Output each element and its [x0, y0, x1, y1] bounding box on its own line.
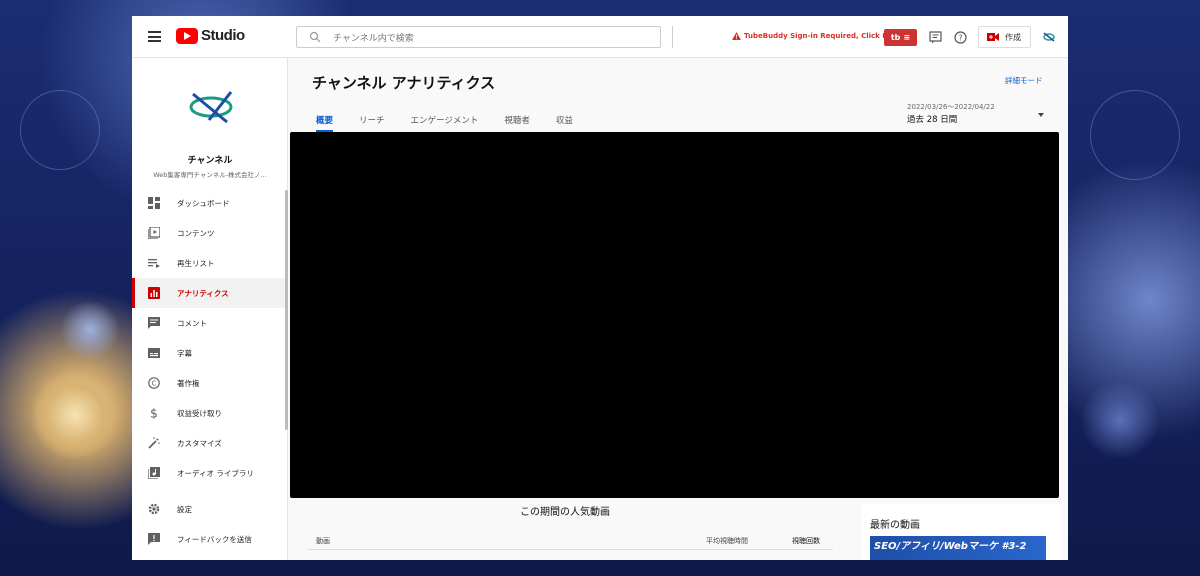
menu-icon[interactable]	[148, 31, 161, 42]
sidebar-item-label: オーディオ ライブラリ	[177, 468, 254, 478]
latest-video-card: 最新の動画 SEO/アフィリ/Webマーケ #3-2	[862, 504, 1062, 560]
avatar[interactable]	[1042, 31, 1056, 43]
sidebar-item-label: ダッシュボード	[177, 198, 230, 208]
audio-library-icon	[148, 467, 160, 479]
thumbnail-text: SEO/アフィリ/Webマーケ #3-2	[874, 541, 1027, 552]
sidebar-item-label: 著作権	[177, 378, 200, 388]
tab-overview[interactable]: 概要	[316, 114, 334, 132]
column-avg-view-duration[interactable]: 平均視聴時間	[706, 536, 748, 546]
sidebar-item-customization[interactable]: カスタマイズ	[132, 428, 288, 458]
latest-video-thumbnail[interactable]: SEO/アフィリ/Webマーケ #3-2	[870, 536, 1046, 560]
channel-subtitle: Web集客専門チャンネル-株式会社ノ...	[153, 171, 267, 179]
sidebar: チャンネル Web集客専門チャンネル-株式会社ノ... ダッシュボード コンテン…	[132, 58, 288, 560]
studio-logo[interactable]: Studio	[176, 27, 245, 44]
content-icon	[148, 227, 160, 239]
bokeh-light	[30, 370, 120, 460]
sidebar-item-label: フィードバックを送信	[177, 534, 252, 544]
sidebar-item-settings[interactable]: 設定	[132, 494, 288, 524]
svg-text:$: $	[150, 407, 158, 419]
sidebar-item-label: カスタマイズ	[177, 438, 222, 448]
date-range[interactable]: 2022/03/26～2022/04/22	[907, 102, 995, 112]
sidebar-item-audio-library[interactable]: オーディオ ライブラリ	[132, 458, 288, 488]
sidebar-item-content[interactable]: コンテンツ	[132, 218, 288, 248]
sidebar-item-copyright[interactable]: C 著作権	[132, 368, 288, 398]
sidebar-item-feedback[interactable]: フィードバックを送信	[132, 524, 288, 554]
tab-audience[interactable]: 視聴者	[504, 114, 530, 132]
date-period-select[interactable]: 過去 28 日間	[907, 113, 957, 125]
tab-revenue[interactable]: 収益	[556, 114, 573, 132]
warning-icon	[732, 32, 741, 40]
bokeh-light	[60, 300, 120, 360]
tubebuddy-menu-button[interactable]: tb ≡	[884, 29, 917, 46]
sidebar-item-earn[interactable]: $ 収益受け取り	[132, 398, 288, 428]
sidebar-nav: ダッシュボード コンテンツ 再生リスト アナリティクス コメント 字幕 C 著作…	[132, 188, 288, 554]
sidebar-item-playlists[interactable]: 再生リスト	[132, 248, 288, 278]
analytics-icon	[148, 287, 160, 299]
bokeh-light	[1090, 90, 1180, 180]
popular-videos-table-header: 動画 平均視聴時間 視聴回数	[308, 528, 833, 550]
sidebar-item-label: コンテンツ	[177, 228, 215, 238]
dollar-icon: $	[148, 407, 160, 419]
sidebar-item-label: 字幕	[177, 348, 192, 358]
page-title: チャンネル アナリティクス	[312, 74, 496, 92]
video-camera-icon	[987, 33, 999, 41]
tubebuddy-button-label: tb	[890, 33, 901, 42]
sidebar-item-label: 再生リスト	[177, 258, 215, 268]
svg-text:?: ?	[958, 33, 962, 42]
tubebuddy-warning-text: TubeBuddy Sign-in Required, Click Here	[744, 32, 902, 40]
gear-icon	[148, 503, 160, 515]
create-label: 作成	[1005, 32, 1021, 42]
copyright-icon: C	[148, 377, 160, 389]
sidebar-item-label: 設定	[177, 504, 192, 514]
logo-text: Studio	[201, 27, 245, 44]
studio-window: Studio チャンネル内で検索 TubeBuddy Sign-in Requi…	[132, 16, 1068, 560]
create-button[interactable]: 作成	[978, 26, 1031, 48]
top-bar: Studio チャンネル内で検索 TubeBuddy Sign-in Requi…	[132, 16, 1068, 58]
tab-reach[interactable]: リーチ	[359, 114, 385, 132]
channel-logo[interactable]	[187, 90, 235, 124]
divider	[672, 26, 673, 48]
svg-text:C: C	[152, 380, 157, 388]
tab-engagement[interactable]: エンゲージメント	[411, 114, 479, 132]
bokeh-light	[20, 90, 100, 170]
youtube-icon	[176, 27, 198, 44]
search-input[interactable]: チャンネル内で検索	[296, 26, 661, 48]
sidebar-item-subtitles[interactable]: 字幕	[132, 338, 288, 368]
list-icon: ≡	[903, 33, 911, 42]
magic-wand-icon	[148, 437, 160, 449]
playlist-icon	[148, 257, 160, 269]
search-placeholder: チャンネル内で検索	[333, 33, 414, 44]
search-icon	[309, 31, 321, 43]
caret-down-icon[interactable]	[1038, 113, 1044, 117]
sidebar-item-label: 収益受け取り	[177, 408, 222, 418]
sidebar-item-comments[interactable]: コメント	[132, 308, 288, 338]
advanced-mode-link[interactable]: 詳細モード	[1005, 75, 1043, 86]
feedback-icon	[148, 533, 160, 545]
bokeh-light	[1080, 380, 1160, 460]
help-icon[interactable]: ?	[954, 31, 967, 44]
latest-video-title: 最新の動画	[870, 520, 920, 531]
tubebuddy-signin-link[interactable]: TubeBuddy Sign-in Required, Click Here	[732, 32, 901, 40]
popular-videos-title: この期間の人気動画	[520, 507, 610, 518]
analytics-tabs: 概要 リーチ エンゲージメント 視聴者 収益	[316, 114, 599, 132]
sidebar-item-analytics[interactable]: アナリティクス	[132, 278, 288, 308]
sidebar-item-label: コメント	[177, 318, 207, 328]
sidebar-item-dashboard[interactable]: ダッシュボード	[132, 188, 288, 218]
redacted-analytics-panel	[290, 132, 1059, 498]
subtitles-icon	[148, 347, 160, 359]
column-video: 動画	[316, 537, 330, 545]
main-content: チャンネル アナリティクス 詳細モード 概要 リーチ エンゲージメント 視聴者 …	[288, 58, 1068, 560]
channel-name: チャンネル	[187, 156, 233, 166]
message-icon[interactable]	[929, 31, 942, 44]
column-views[interactable]: 視聴回数	[792, 536, 820, 546]
comment-icon	[148, 317, 160, 329]
sidebar-item-label: アナリティクス	[177, 288, 229, 298]
dashboard-icon	[148, 197, 160, 209]
